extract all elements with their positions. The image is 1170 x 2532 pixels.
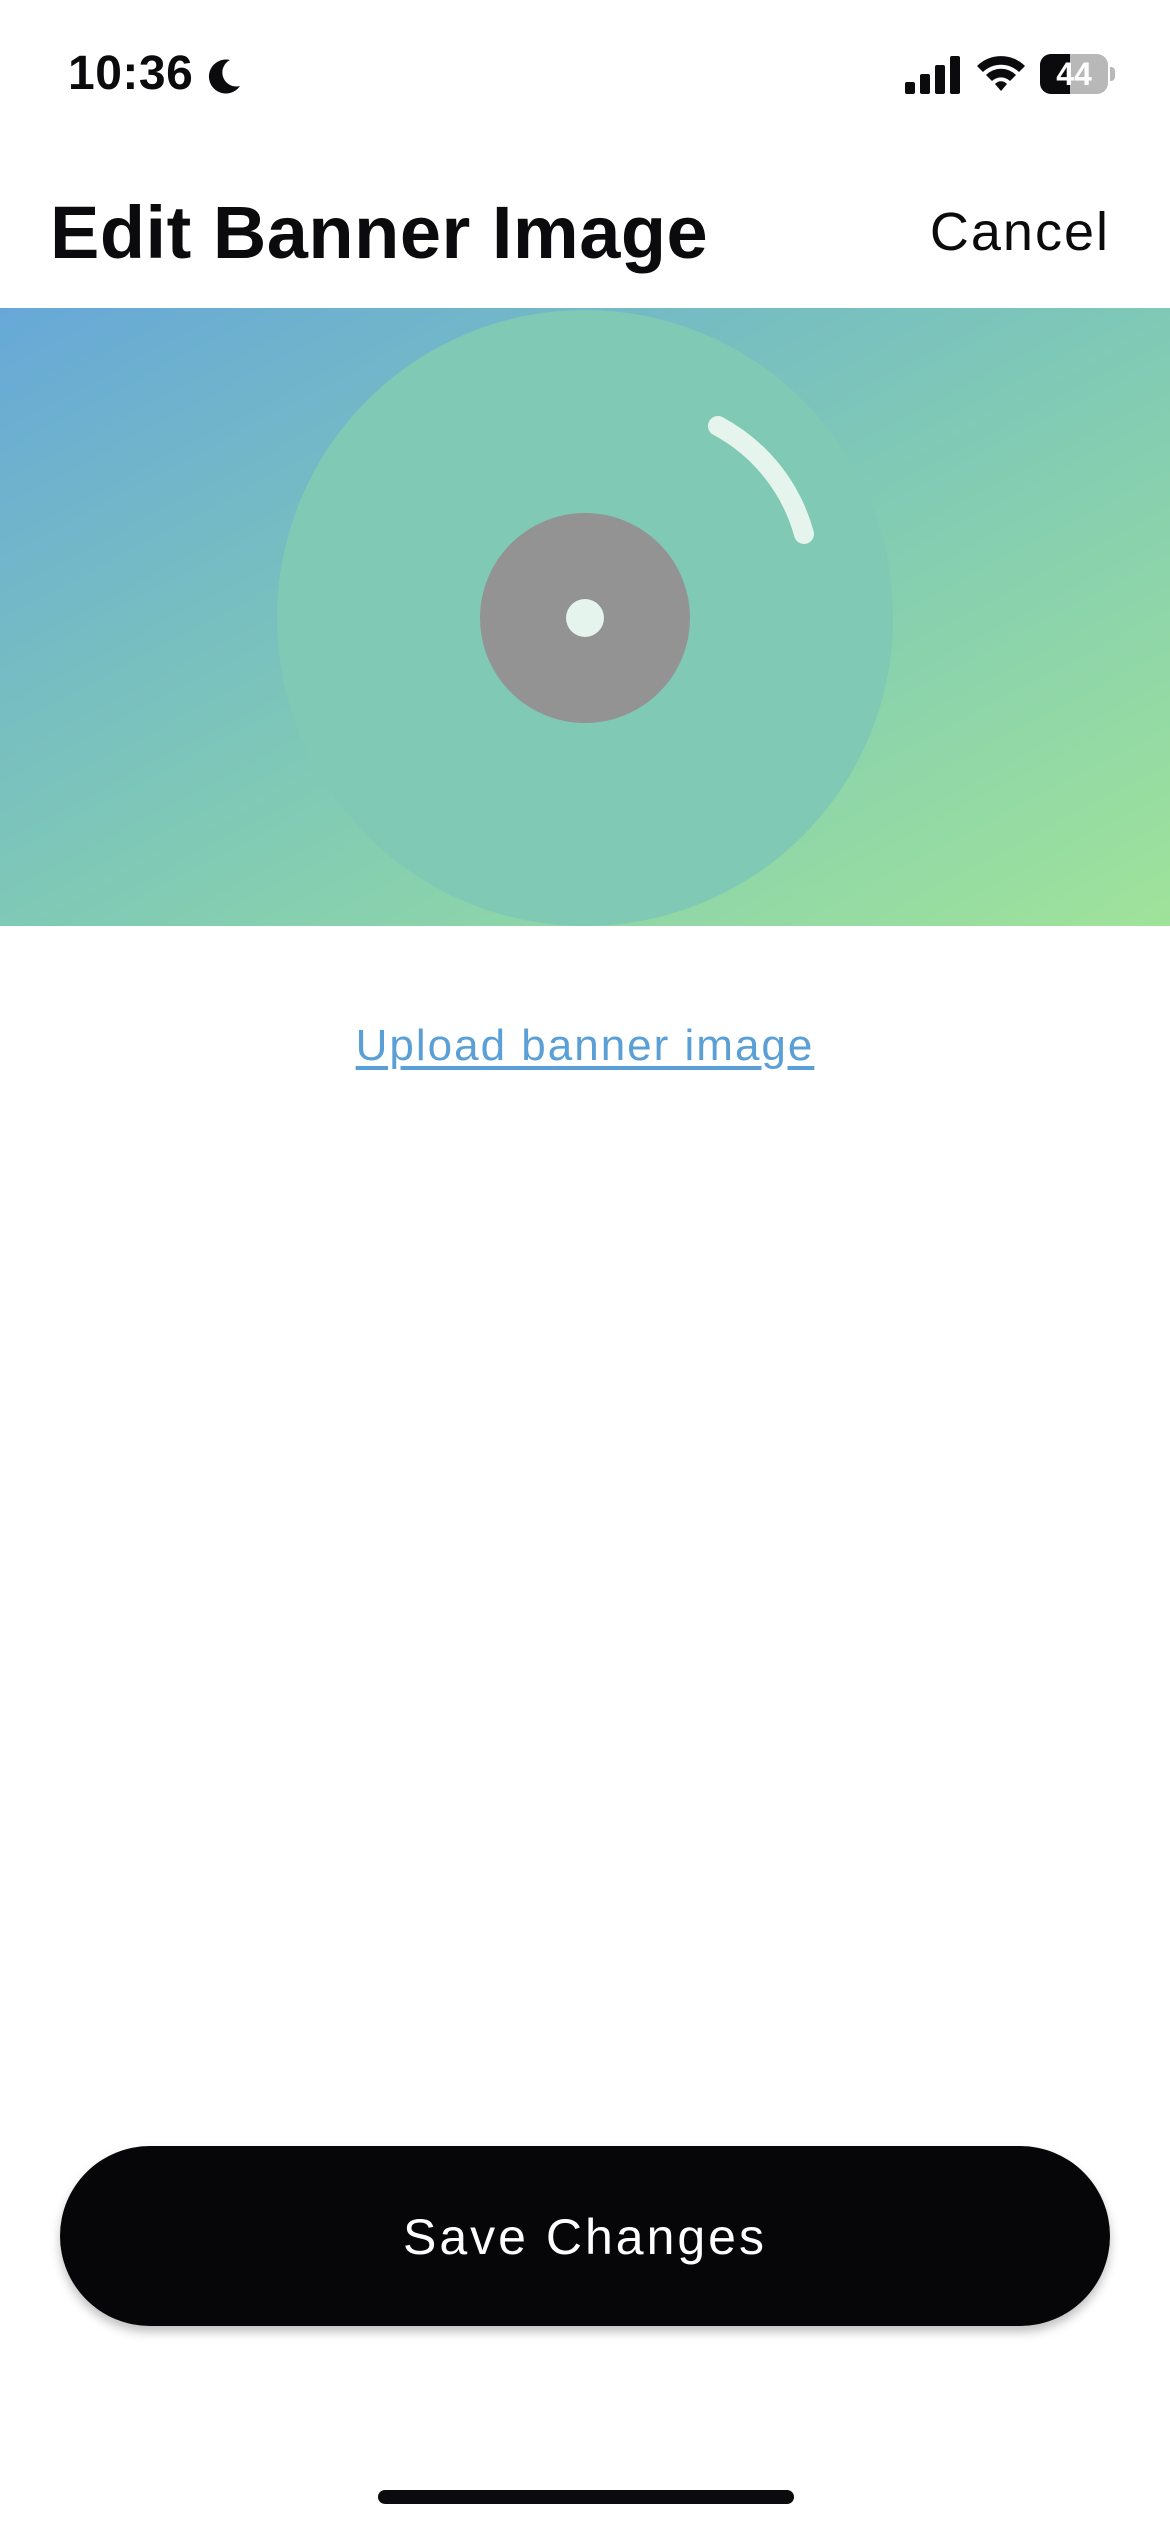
upload-banner-link[interactable]: Upload banner image <box>0 1016 1170 1076</box>
home-indicator[interactable] <box>378 2490 794 2504</box>
record-spindle <box>566 599 604 637</box>
battery-cap <box>1110 67 1115 81</box>
page-title: Edit Banner Image <box>50 191 709 274</box>
save-changes-button[interactable]: Save Changes <box>60 2146 1110 2326</box>
moon-icon <box>208 59 240 94</box>
header: Edit Banner Image Cancel <box>0 170 1170 310</box>
banner-graphic <box>0 308 1170 926</box>
battery-icon: 44 <box>1040 54 1116 94</box>
banner-image <box>0 308 1170 926</box>
cancel-button[interactable]: Cancel <box>930 194 1110 270</box>
battery-level: 44 <box>1056 56 1092 92</box>
vinyl-record-icon <box>277 310 893 926</box>
battery-body: 44 <box>1040 54 1108 94</box>
status-time: 10:36 <box>68 47 194 100</box>
wifi-icon <box>977 56 1025 91</box>
status-bar: 10:36 44 <box>0 0 1170 150</box>
signal-icon <box>905 56 960 94</box>
